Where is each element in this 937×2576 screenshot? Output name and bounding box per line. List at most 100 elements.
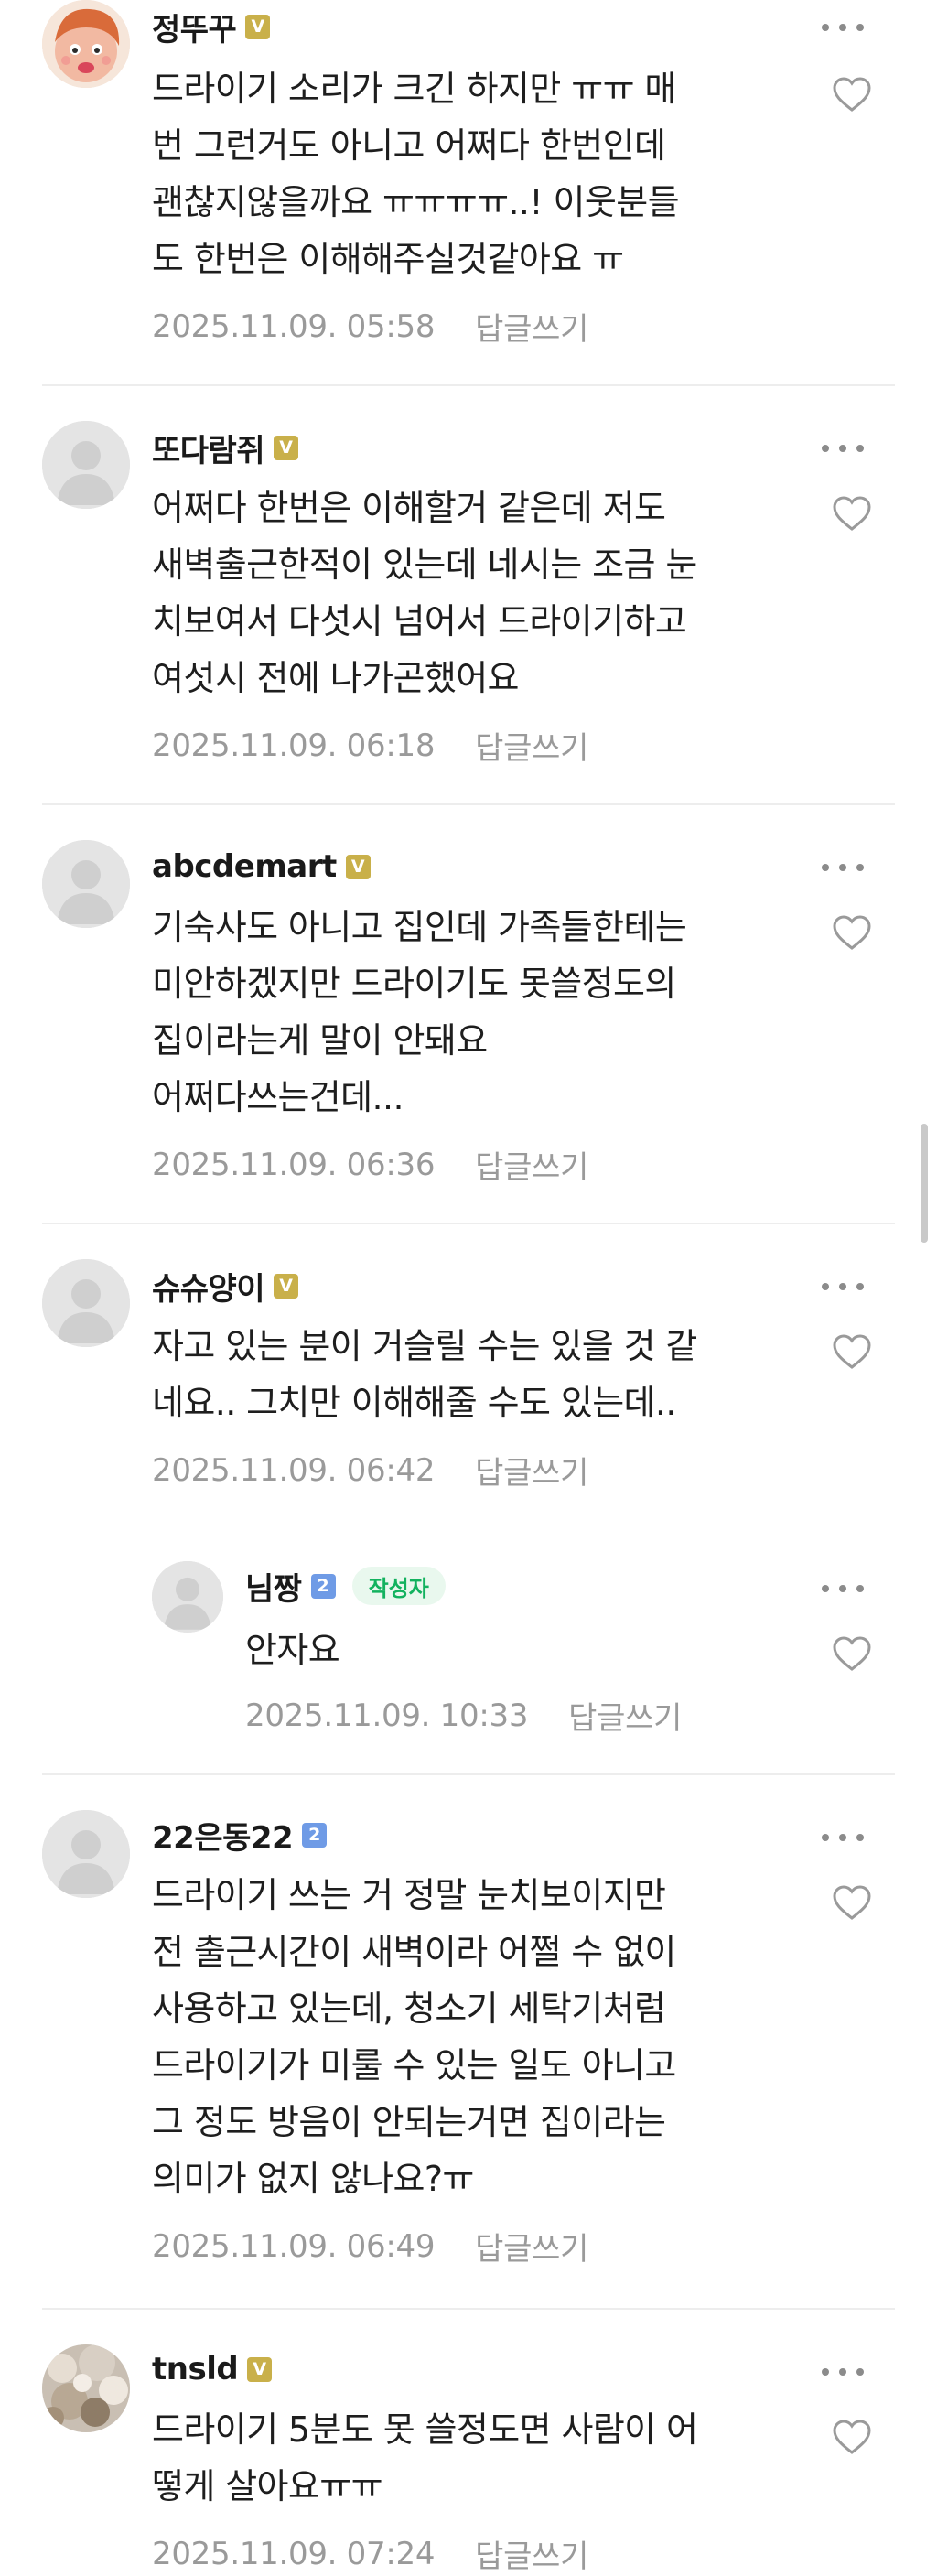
divider — [42, 1223, 895, 1224]
like-heart-icon[interactable] — [831, 2418, 873, 2456]
avatar[interactable] — [42, 2344, 130, 2432]
nickname[interactable]: 22은동22 — [152, 1813, 294, 1858]
comment-date: 2025.11.09. 07:24 — [152, 2535, 436, 2572]
cartoon-character-avatar-icon — [42, 0, 130, 88]
avatar[interactable] — [42, 1259, 130, 1347]
reply-button[interactable]: 답글쓰기 — [475, 2531, 588, 2576]
comment-line: 미안하겠지만 드라이기도 못쓸정도의 — [152, 964, 676, 1004]
avatar[interactable] — [42, 840, 130, 928]
comment-header: 슈슈양이 V — [152, 1264, 299, 1309]
comment-line: 치보여서 다섯시 넘어서 드라이기하고 — [152, 601, 687, 641]
scrollbar-thumb[interactable] — [921, 1124, 928, 1243]
like-heart-icon[interactable] — [831, 75, 873, 113]
comment-date: 2025.11.09. 06:36 — [152, 1146, 436, 1183]
comment-body: 어쩌다 한번은 이해할거 같은데 저도 새벽출근한적이 있는데 네시는 조금 눈… — [152, 480, 820, 706]
avatar[interactable] — [42, 0, 130, 88]
comment-line: 드라이기 5분도 못 쓸정도면 사람이 어 — [152, 2409, 698, 2450]
default-profile-icon — [42, 1259, 130, 1347]
comment-body: 기숙사도 아니고 집인데 가족들한테는 미안하겠지만 드라이기도 못쓸정도의 집… — [152, 899, 820, 1126]
comment-body: 드라이기 5분도 못 쓸정도면 사람이 어 떻게 살아요ㅠㅠ — [152, 2401, 820, 2515]
comment-line: 전 출근시간이 새벽이라 어쩔 수 없이 — [152, 1932, 676, 1972]
more-options-icon[interactable] — [822, 1277, 864, 1296]
comment-line: 드라이기 소리가 크긴 하지만 ㅠㅠ 매 — [152, 69, 676, 109]
nickname[interactable]: tnsld — [152, 2351, 239, 2387]
comment-header: 정뚜꾸 V — [152, 5, 271, 49]
comment-meta: 2025.11.09. 06:42 답글쓰기 — [152, 1448, 588, 1493]
nickname[interactable]: abcdemart — [152, 848, 337, 885]
comment-body: 안자요 — [245, 1622, 794, 1678]
comment-line: 집이라는게 말이 안돼요 — [152, 1020, 488, 1061]
comment-header: 또다람쥐 V — [152, 426, 299, 470]
nature-photo-avatar-icon — [42, 2344, 130, 2432]
more-options-icon[interactable] — [822, 2363, 864, 2381]
comment-line: 자고 있는 분이 거슬릴 수는 있을 것 같 — [152, 1326, 697, 1366]
reply-button[interactable]: 답글쓰기 — [475, 304, 588, 349]
avatar[interactable] — [42, 421, 130, 509]
comment-line: 어쩌다 한번은 이해할거 같은데 저도 — [152, 488, 666, 528]
more-options-icon[interactable] — [822, 1828, 864, 1847]
nickname[interactable]: 님짱 — [245, 1564, 302, 1609]
author-tag: 작성자 — [351, 1567, 446, 1605]
divider — [42, 1773, 895, 1775]
more-options-icon[interactable] — [822, 439, 864, 458]
comment-line: 드라이기가 미룰 수 있는 일도 아니고 — [152, 2045, 676, 2086]
like-heart-icon[interactable] — [831, 913, 873, 952]
comment-line: 사용하고 있는데, 청소기 세탁기처럼 — [152, 1989, 666, 2029]
reply-button[interactable]: 답글쓰기 — [475, 1142, 588, 1187]
comment-line: 새벽출근한적이 있는데 네시는 조금 눈 — [152, 544, 697, 585]
nickname[interactable]: 정뚜꾸 — [152, 5, 237, 49]
comment-line: 드라이기 쓰는 거 정말 눈치보이지만 — [152, 1875, 666, 1915]
like-heart-icon[interactable] — [831, 1634, 873, 1673]
comment-line: 안자요 — [245, 1630, 340, 1670]
divider — [42, 384, 895, 386]
comment-header: abcdemart V — [152, 846, 371, 888]
comment-line: 도 한번은 이해해주실것같아요 ㅠ — [152, 239, 624, 279]
like-heart-icon[interactable] — [831, 1883, 873, 1922]
comment-header: 22은동22 2 — [152, 1813, 328, 1858]
nickname[interactable]: 또다람쥐 — [152, 426, 265, 470]
comment-body: 드라이기 소리가 크긴 하지만 ㅠㅠ 매 번 그런거도 아니고 어쩌다 한번인데… — [152, 60, 820, 287]
comment-meta: 2025.11.09. 06:49 답글쓰기 — [152, 2224, 588, 2269]
level-badge-icon: 2 — [302, 1822, 328, 1848]
comment-body: 자고 있는 분이 거슬릴 수는 있을 것 같 네요.. 그치만 이해해줄 수도 … — [152, 1318, 820, 1431]
verified-badge-icon: V — [274, 435, 299, 460]
comment-meta: 2025.11.09. 05:58 답글쓰기 — [152, 304, 588, 349]
reply-button[interactable]: 답글쓰기 — [475, 723, 588, 768]
comment-line: 떻게 살아요ㅠㅠ — [152, 2466, 383, 2506]
verified-badge-icon: V — [345, 854, 371, 879]
comment-line: 번 그런거도 아니고 어쩌다 한번인데 — [152, 125, 666, 166]
reply-button[interactable]: 답글쓰기 — [475, 1448, 588, 1493]
comment-date: 2025.11.09. 10:33 — [245, 1697, 529, 1734]
like-heart-icon[interactable] — [831, 494, 873, 533]
comment-line: 그 정도 방음이 안되는거면 집이라는 — [152, 2102, 666, 2142]
default-profile-icon — [42, 1810, 130, 1898]
comment-date: 2025.11.09. 06:42 — [152, 1451, 436, 1489]
like-heart-icon[interactable] — [831, 1332, 873, 1371]
comment-meta: 2025.11.09. 06:18 답글쓰기 — [152, 723, 588, 768]
comment-line: 괜찮지않을까요 ㅠㅠㅠㅠ..! 이웃분들 — [152, 182, 680, 222]
level-badge-icon: 2 — [310, 1573, 336, 1599]
default-profile-icon — [42, 421, 130, 509]
comment-body: 드라이기 쓰는 거 정말 눈치보이지만 전 출근시간이 새벽이라 어쩔 수 없이… — [152, 1867, 820, 2207]
comment-header: tnsld V — [152, 2348, 273, 2390]
avatar[interactable] — [152, 1561, 223, 1633]
comment-meta: 2025.11.09. 07:24 답글쓰기 — [152, 2531, 588, 2576]
more-options-icon[interactable] — [822, 18, 864, 37]
reply-button[interactable]: 답글쓰기 — [475, 2224, 588, 2269]
avatar[interactable] — [42, 1810, 130, 1898]
verified-badge-icon: V — [274, 1273, 299, 1299]
comment-meta: 2025.11.09. 06:36 답글쓰기 — [152, 1142, 588, 1187]
default-profile-icon — [152, 1561, 223, 1633]
comment-date: 2025.11.09. 05:58 — [152, 307, 436, 345]
nickname[interactable]: 슈슈양이 — [152, 1264, 265, 1309]
more-options-icon[interactable] — [822, 1579, 864, 1598]
comment-header: 님짱 2 작성자 — [245, 1564, 446, 1609]
verified-badge-icon: V — [247, 2356, 273, 2382]
default-profile-icon — [42, 840, 130, 928]
comment-meta: 2025.11.09. 10:33 답글쓰기 — [245, 1693, 682, 1738]
comment-line: 의미가 없지 않나요?ㅠ — [152, 2159, 474, 2199]
comment-date: 2025.11.09. 06:18 — [152, 727, 436, 764]
more-options-icon[interactable] — [822, 858, 864, 877]
comment-date: 2025.11.09. 06:49 — [152, 2227, 436, 2265]
reply-button[interactable]: 답글쓰기 — [568, 1693, 682, 1738]
